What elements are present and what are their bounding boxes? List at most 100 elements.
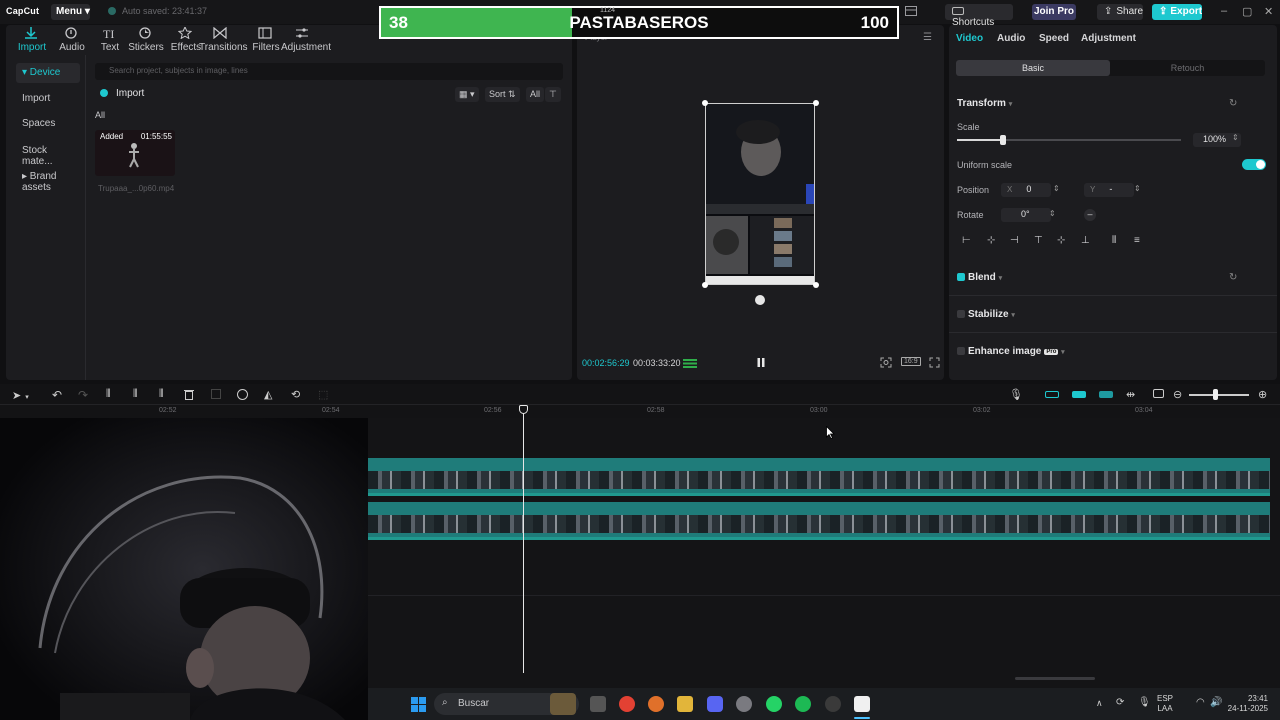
zoom-slider-track[interactable]	[1189, 394, 1249, 396]
align-top-icon[interactable]: ⊤	[1034, 235, 1043, 246]
stabilize-section-title[interactable]: Stabilize ▾	[957, 309, 1015, 320]
spotify-icon[interactable]	[795, 696, 811, 712]
firefox-icon[interactable]	[648, 696, 664, 712]
settings-icon[interactable]	[736, 696, 752, 712]
select-cursor-icon[interactable]: ➤ ▾	[12, 389, 29, 402]
resize-handle-br[interactable]	[813, 282, 819, 288]
transform-disabled-icon[interactable]: ⬚	[318, 388, 328, 401]
discord-icon[interactable]	[707, 696, 723, 712]
tab-speed[interactable]: Speed	[1039, 33, 1069, 44]
microphone-icon[interactable]: 🎙	[1009, 388, 1023, 401]
blend-checkbox[interactable]	[957, 273, 965, 281]
flip-button[interactable]: –	[1084, 209, 1096, 221]
filter-icon[interactable]: ⊤	[545, 87, 561, 102]
sidebar-item-import[interactable]: Import	[16, 89, 80, 109]
tool-stickers[interactable]: Stickers	[124, 27, 168, 53]
network-icon[interactable]: ⟳	[1116, 697, 1124, 708]
tool-adjustment[interactable]: Adjustment	[281, 27, 331, 53]
sort-button[interactable]: Sort ⇅	[485, 87, 520, 102]
join-pro-button[interactable]: Join Pro	[1032, 4, 1076, 20]
distribute-v-icon[interactable]: ≡	[1134, 235, 1140, 246]
timeline-scrollbar[interactable]	[1015, 677, 1095, 680]
tool-import[interactable]: Import	[10, 27, 54, 53]
zoom-slider-knob[interactable]	[1213, 389, 1218, 400]
rotate-handle-icon[interactable]	[755, 295, 765, 305]
reset-transform-icon[interactable]: ↻	[1229, 98, 1237, 109]
tool-transitions[interactable]: Transitions	[199, 27, 248, 53]
tab-video[interactable]: Video	[956, 33, 983, 44]
tab-adjustment[interactable]: Adjustment	[1081, 33, 1136, 44]
maximize-icon[interactable]: ▢	[1242, 5, 1252, 18]
redo-icon[interactable]: ↷	[78, 388, 88, 402]
undo-icon[interactable]: ↶	[52, 388, 62, 402]
split-view-icon[interactable]: ⇹	[1126, 388, 1135, 401]
link-icon[interactable]	[1072, 391, 1086, 398]
reset-blend-icon[interactable]: ↻	[1229, 272, 1237, 283]
uniform-scale-toggle[interactable]	[1242, 159, 1266, 170]
delete-icon[interactable]	[184, 389, 194, 400]
pause-icon[interactable]	[757, 358, 765, 367]
playhead-handle[interactable]	[519, 405, 528, 414]
mirror-icon[interactable]: ◭	[264, 388, 272, 401]
volume-icon[interactable]: 🔊	[1210, 697, 1222, 708]
video-preview[interactable]	[705, 103, 815, 285]
search-highlight-icon[interactable]	[550, 693, 576, 715]
fullscreen-crop-icon[interactable]	[880, 357, 892, 368]
position-y-field[interactable]: Y-	[1084, 183, 1134, 197]
layout-icon[interactable]	[905, 6, 917, 16]
crop-icon[interactable]	[211, 389, 221, 399]
align-bottom-icon[interactable]: ⊥	[1081, 235, 1090, 246]
resize-handle-tr[interactable]	[813, 100, 819, 106]
split-icon[interactable]: ⫴	[106, 388, 111, 401]
rotate-field[interactable]: 0°	[1001, 208, 1051, 222]
distribute-h-icon[interactable]: ⫴	[1112, 235, 1116, 246]
position-x-field[interactable]: X0	[1001, 183, 1051, 197]
resize-handle-tl[interactable]	[702, 100, 708, 106]
language-indicator[interactable]: ESP LAA	[1157, 694, 1173, 714]
zoom-out-icon[interactable]: ⊖	[1173, 388, 1182, 401]
capcut-taskbar-icon[interactable]	[854, 696, 870, 712]
video-track-2[interactable]	[368, 502, 1270, 540]
caption-icon[interactable]	[1153, 389, 1164, 398]
seg-basic[interactable]: Basic	[956, 60, 1110, 76]
shortcuts-button[interactable]: Shortcuts	[945, 4, 1013, 28]
ratio-button[interactable]: 16:9	[901, 357, 921, 366]
tab-audio[interactable]: Audio	[997, 33, 1025, 44]
obs-icon[interactable]	[825, 696, 841, 712]
split-right-icon[interactable]: ⫴	[159, 388, 164, 401]
video-track-1[interactable]	[368, 458, 1270, 496]
windows-start-icon[interactable]	[411, 697, 426, 712]
rotate-stepper-icon[interactable]: ⇕	[1049, 209, 1056, 218]
preview-axis-icon[interactable]	[1099, 391, 1113, 398]
export-button[interactable]: ⇪ Export	[1152, 4, 1202, 20]
whatsapp-icon[interactable]	[766, 696, 782, 712]
sidebar-item-spaces[interactable]: Spaces	[16, 114, 80, 134]
stabilize-checkbox[interactable]	[957, 310, 965, 318]
scale-slider-knob[interactable]	[1000, 135, 1006, 145]
enhance-checkbox[interactable]	[957, 347, 965, 355]
taskbar-clock[interactable]: 23:41 24-11-2025	[1226, 694, 1268, 714]
sidebar-item-brand-assets[interactable]: ▸ Brand assets	[16, 167, 80, 193]
media-search-input[interactable]: Search project, subjects in image, lines	[95, 63, 563, 80]
sidebar-item-stock[interactable]: Stock mate...	[16, 141, 80, 167]
resize-handle-bl[interactable]	[702, 282, 708, 288]
view-toggle-button[interactable]: ▦ ▾	[455, 87, 479, 102]
sidebar-item-device[interactable]: ▾ Device	[16, 63, 80, 83]
playhead-line[interactable]	[523, 405, 524, 673]
media-clip-thumbnail[interactable]: Added 01:55:55	[95, 130, 175, 176]
task-view-icon[interactable]	[590, 696, 606, 712]
chrome-icon[interactable]	[619, 696, 635, 712]
align-left-icon[interactable]: ⊢	[962, 235, 971, 246]
seg-retouch[interactable]: Retouch	[1110, 60, 1265, 76]
filter-all-button[interactable]: All	[526, 87, 545, 102]
expand-icon[interactable]	[929, 357, 940, 368]
minimize-icon[interactable]: –	[1221, 5, 1227, 17]
file-explorer-icon[interactable]	[677, 696, 693, 712]
waveform-icon[interactable]	[683, 359, 697, 368]
player-menu-icon[interactable]: ☰	[923, 32, 932, 43]
enhance-section-title[interactable]: Enhance image Pro ▾	[957, 346, 1065, 357]
align-center-h-icon[interactable]: ⊹	[987, 235, 995, 246]
magnet-icon[interactable]	[1045, 391, 1059, 398]
mic-tray-icon[interactable]: 🎙	[1138, 697, 1151, 708]
align-right-icon[interactable]: ⊣	[1010, 235, 1019, 246]
